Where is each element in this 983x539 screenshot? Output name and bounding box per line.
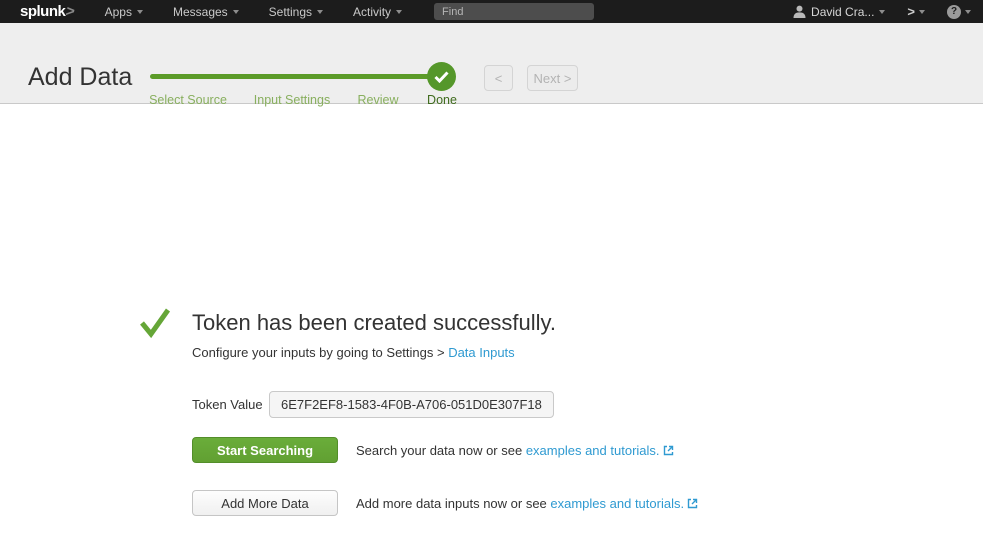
action-description-text: Add more data inputs now or see: [356, 496, 550, 511]
nav-settings-label: Settings: [269, 5, 312, 19]
token-value[interactable]: 6E7F2EF8-1583-4F0B-A706-051D0E307F18: [269, 391, 554, 418]
chevron-down-icon: [317, 10, 323, 14]
user-menu[interactable]: David Cra...: [793, 5, 885, 19]
action-row: Start Searching Search your data now or …: [192, 437, 674, 463]
splunk-logo[interactable]: splunk>: [20, 3, 75, 20]
action-description: Add more data inputs now or see examples…: [356, 496, 698, 511]
nav-activity-label: Activity: [353, 5, 391, 19]
help-menu[interactable]: ?: [947, 5, 971, 19]
user-name: David Cra...: [811, 5, 874, 19]
token-row: Token Value 6E7F2EF8-1583-4F0B-A706-051D…: [192, 391, 554, 418]
activity-arrow-menu[interactable]: >: [907, 4, 925, 19]
external-link-icon: [687, 498, 698, 509]
examples-tutorials-link[interactable]: examples and tutorials.: [526, 443, 660, 458]
chevron-down-icon: [233, 10, 239, 14]
wizard-header: Add Data Select Source Input Settings Re…: [0, 23, 983, 104]
splunk-logo-text: splunk: [20, 3, 65, 20]
next-button[interactable]: Next >: [527, 65, 578, 91]
nav-apps[interactable]: Apps: [105, 5, 143, 19]
user-icon: [793, 5, 806, 19]
step-review: Review: [358, 93, 399, 107]
splunk-logo-caret: >: [65, 3, 77, 20]
arrow-icon: >: [907, 4, 915, 19]
add-more-data-button[interactable]: Add More Data: [192, 490, 338, 516]
external-link-icon: [663, 445, 674, 456]
nav-settings[interactable]: Settings: [269, 5, 323, 19]
step-input-settings: Input Settings: [254, 93, 330, 107]
step-done: Done: [427, 93, 457, 107]
chevron-down-icon: [965, 10, 971, 14]
data-inputs-link[interactable]: Data Inputs: [448, 345, 515, 360]
subtitle-text: Configure your inputs by going to Settin…: [192, 345, 448, 360]
back-button[interactable]: <: [484, 65, 513, 91]
chevron-down-icon: [396, 10, 402, 14]
success-check-icon: [139, 306, 171, 340]
nav-activity[interactable]: Activity: [353, 5, 402, 19]
page-title: Add Data: [28, 63, 132, 92]
find-search-input[interactable]: [434, 3, 594, 20]
help-icon: ?: [947, 5, 961, 19]
chevron-down-icon: [879, 10, 885, 14]
action-description: Search your data now or see examples and…: [356, 443, 674, 458]
nav-messages[interactable]: Messages: [173, 5, 239, 19]
check-icon: [434, 71, 449, 83]
nav-apps-label: Apps: [105, 5, 132, 19]
token-value-label: Token Value: [192, 397, 268, 412]
step-select-source: Select Source: [149, 93, 227, 107]
subtitle: Configure your inputs by going to Settin…: [192, 345, 515, 360]
progress-bar: [150, 74, 430, 79]
chevron-down-icon: [919, 10, 925, 14]
success-title: Token has been created successfully.: [192, 310, 556, 336]
examples-tutorials-link[interactable]: examples and tutorials.: [550, 496, 684, 511]
progress-done-icon: [427, 62, 456, 91]
top-bar: splunk> Apps Messages Settings Activity …: [0, 0, 983, 23]
action-row: Add More Data Add more data inputs now o…: [192, 490, 698, 516]
nav-messages-label: Messages: [173, 5, 228, 19]
start-searching-button[interactable]: Start Searching: [192, 437, 338, 463]
action-description-text: Search your data now or see: [356, 443, 526, 458]
chevron-down-icon: [137, 10, 143, 14]
